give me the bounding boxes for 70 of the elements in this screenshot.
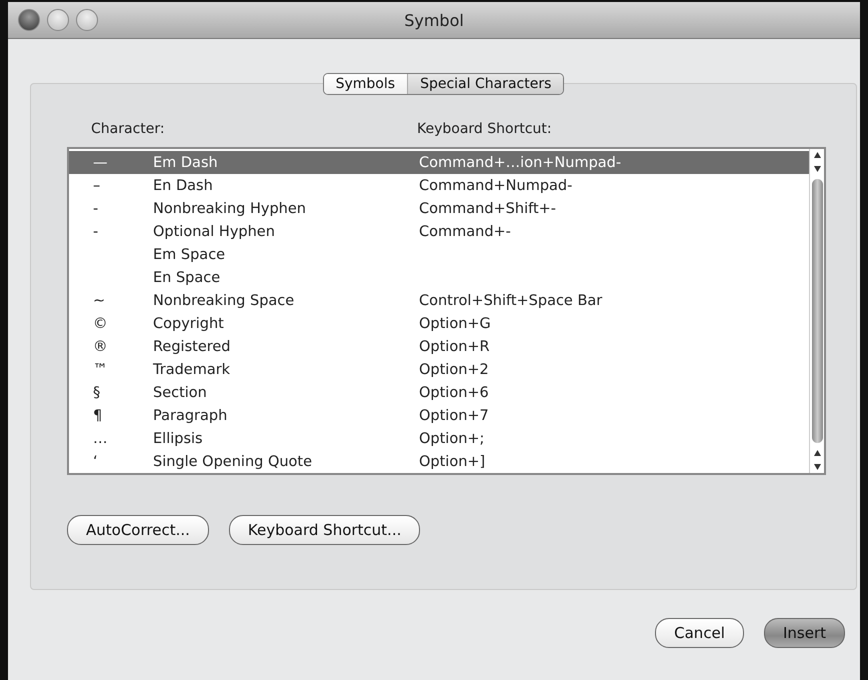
character-cell-text: ‘ [93,454,99,470]
name-cell-text: Em Dash [153,154,219,170]
name-cell-text: Optional Hyphen [153,224,276,240]
list-row[interactable]: … Ellipsis Option+; [69,427,809,450]
character-cell-text: — [93,154,108,170]
name-cell-text: Single Opening Quote [153,454,314,470]
shortcut-cell-text: Option+7 [419,408,490,424]
tab[interactable]: Special Characters [407,74,564,94]
shortcut-cell-text: Option+2 [419,362,490,378]
name-cell-text: Nonbreaking Hyphen [153,200,307,216]
window-control-icon[interactable] [47,9,69,31]
shortcut-cell-text: Option+G [419,316,492,332]
character-cell-text: ~ [93,292,106,308]
list-row[interactable]: - Nonbreaking Hyphen Command+Shift+- [69,197,809,220]
scroll-up-arrow-icon[interactable] [812,151,822,160]
default-button[interactable]: Insert [764,618,845,648]
list-row[interactable]: Em Space [69,243,809,266]
shortcut-cell-text: Control+Shift+Space Bar [419,292,604,308]
character-cell-text: - [93,224,100,240]
shortcut-cell-text: Option+; [419,430,486,446]
name-cell-text: Paragraph [153,408,228,424]
name-cell-text: Trademark [153,362,232,378]
character-cell-text: - [93,200,100,216]
character-cell-text: © [93,316,108,332]
name-cell-text: Registered [153,338,232,354]
list-row[interactable]: ‘ Single Opening Quote Option+] [69,450,809,473]
name-cell-text: Copyright [153,316,225,332]
list-row[interactable]: © Copyright Option+G [69,312,809,335]
list-row[interactable]: ¶ Paragraph Option+7 [69,404,809,427]
list-row[interactable]: En Space [69,266,809,289]
panel-button[interactable]: Keyboard Shortcut... [228,515,420,545]
character-cell-text: § [93,384,102,400]
list-row[interactable]: ~ Nonbreaking Space Control+Shift+Space Bar [69,289,809,312]
name-cell-text: En Dash [153,178,214,194]
list-row[interactable]: § Section Option+6 [69,381,809,404]
panel-button[interactable]: AutoCorrect... [67,515,209,545]
column-header: Character: [91,121,166,137]
character-cell-text: ¶ [93,408,104,424]
scrollbar[interactable] [809,149,824,473]
shortcut-cell-text: Option+R [419,338,491,354]
dialog-button[interactable]: Cancel [655,618,744,648]
window-title: Symbol [404,10,464,30]
scroll-down-arrow-icon[interactable] [812,462,822,471]
list-row[interactable]: – En Dash Command+Numpad- [69,174,809,197]
shortcut-cell-text: Command+- [419,224,512,240]
window-control-icon[interactable] [76,9,98,31]
name-cell-text: Section [153,384,208,400]
list-row[interactable]: ™ Trademark Option+2 [69,358,809,381]
name-cell-text: Em Space [153,246,226,262]
list-row[interactable]: ® Registered Option+R [69,335,809,358]
name-cell-text: Ellipsis [153,430,204,446]
name-cell-text: Nonbreaking Space [153,292,296,308]
character-cell-text: … [93,430,108,446]
character-cell-text: ® [93,338,108,354]
shortcut-cell-text: Command+…ion+Numpad- [419,154,622,170]
list-row[interactable]: - Optional Hyphen Command+- [69,220,809,243]
shortcut-cell-text: Command+Numpad- [419,178,574,194]
scroll-up-arrow-icon[interactable] [812,449,822,458]
character-cell-text: – [93,178,102,194]
scroll-thumb[interactable] [812,179,822,443]
shortcut-cell-text: Option+] [419,454,486,470]
window-control-icon[interactable] [18,9,40,31]
character-cell-text: ™ [93,362,108,378]
scroll-down-arrow-icon[interactable] [812,164,822,173]
name-cell-text: En Space [153,270,222,286]
shortcut-cell-text: Option+6 [419,384,490,400]
tab[interactable]: Symbols [324,74,408,94]
column-header: Keyboard Shortcut: [417,121,553,137]
list-row[interactable]: — Em Dash Command+…ion+Numpad- [69,151,809,174]
shortcut-cell-text: Command+Shift+- [419,200,558,216]
